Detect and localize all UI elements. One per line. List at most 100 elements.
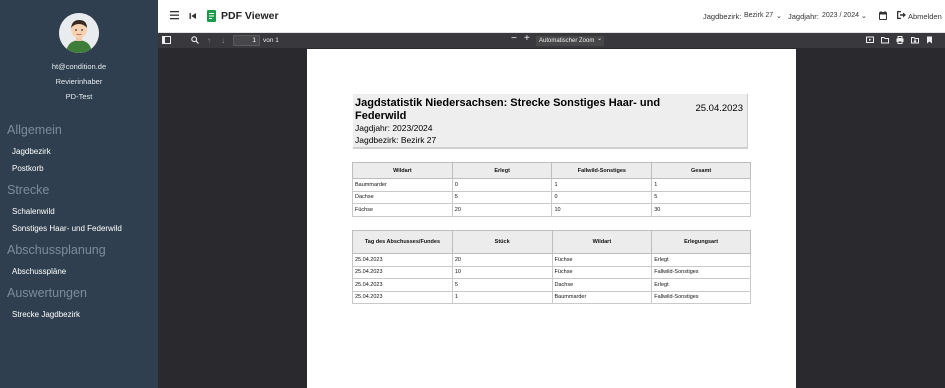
column-header: Fallwild-Sonstiges xyxy=(551,162,653,179)
document-jagdbezirk: Jagdbezirk: Bezirk 27 xyxy=(355,135,437,145)
jagdjahr-select[interactable]: 2023 / 2024 ⌄ xyxy=(820,10,870,23)
section-abschussplanung: Abschussplanung xyxy=(7,243,106,257)
section-allgemein: Allgemein xyxy=(7,123,62,137)
open-file-icon[interactable] xyxy=(881,36,889,47)
chevron-down-icon: ⌄ xyxy=(861,13,867,20)
logout-label: Abmelden xyxy=(908,12,942,21)
detail-table: Tag des Abschusses/Fundes Stück Wildart … xyxy=(352,230,751,304)
table-cell: Fallwild-Sonstiges xyxy=(651,290,751,304)
table-cell: 20 xyxy=(451,203,553,217)
table-cell: Dachse xyxy=(352,190,453,204)
section-auswertungen: Auswertungen xyxy=(7,286,87,300)
presentation-icon[interactable] xyxy=(866,36,874,47)
sidebar-item-strecke-jagdbezirk[interactable]: Strecke Jagdbezirk xyxy=(12,310,80,319)
column-header: Wildart xyxy=(551,230,653,254)
arrow-up-icon[interactable]: ↑ xyxy=(207,36,211,46)
section-strecke: Strecke xyxy=(7,183,50,197)
table-cell: 1 xyxy=(651,178,751,192)
arrow-down-icon[interactable]: ↓ xyxy=(221,36,225,46)
table-cell: 25.04.2023 xyxy=(352,278,453,292)
table-header-row: Tag des Abschusses/Fundes Stück Wildart … xyxy=(352,230,751,254)
table-cell: Baummarder xyxy=(352,178,453,192)
table-cell: 0 xyxy=(451,178,553,192)
sidebar-item-schalenwild[interactable]: Schalenwild xyxy=(12,207,55,216)
table-row: 25.04.2023 1 Baummarder Fallwild-Sonstig… xyxy=(352,290,751,304)
table-cell: 10 xyxy=(451,265,553,279)
table-cell: 20 xyxy=(451,253,553,267)
logout-icon xyxy=(897,11,906,22)
top-bar: PDF Viewer Jagdbezirk: Bezirk 27 ⌄ Jagdj… xyxy=(158,0,945,33)
save-icon[interactable] xyxy=(911,36,919,47)
app-title: PDF Viewer xyxy=(221,10,279,22)
table-header-row: Wildart Erlegt Fallwild-Sonstiges Gesamt xyxy=(352,162,751,179)
table-cell: 5 xyxy=(451,190,553,204)
sidebar-item-postkorb[interactable]: Postkorb xyxy=(12,164,44,173)
jagdjahr-value: 2023 / 2024 xyxy=(822,12,859,19)
sidebar: ht@condition.de Revierinhaber PD-Test Al… xyxy=(0,0,158,388)
jagdbezirk-value: Bezirk 27 xyxy=(744,12,774,19)
table-row: 25.04.2023 10 Füchse Fallwild-Sonstiges xyxy=(352,265,751,279)
calendar-icon[interactable] xyxy=(879,11,887,23)
table-cell: Dachse xyxy=(551,278,653,292)
column-header: Tag des Abschusses/Fundes xyxy=(352,230,453,254)
table-cell: 0 xyxy=(551,190,653,204)
pdf-viewer-canvas[interactable]: Jagdstatistik Niedersachsen: Strecke Son… xyxy=(158,49,945,388)
user-role: Revierinhaber xyxy=(55,77,103,86)
sidebar-item-sonstiges-haar-federwild[interactable]: Sonstiges Haar- und Federwild xyxy=(12,224,122,233)
table-cell: 10 xyxy=(551,203,653,217)
column-header: Stück xyxy=(451,230,553,254)
user-org: PD-Test xyxy=(65,92,93,101)
jagdjahr-label: Jagdjahr: xyxy=(788,12,819,21)
chevron-down-icon: ⌄ xyxy=(596,36,602,42)
print-icon[interactable] xyxy=(896,36,904,47)
column-header: Erlegt xyxy=(451,162,553,179)
document-date: 25.04.2023 xyxy=(695,103,743,114)
hamburger-icon[interactable] xyxy=(170,11,180,23)
table-cell: 25.04.2023 xyxy=(352,253,453,267)
table-cell: 25.04.2023 xyxy=(352,265,453,279)
user-email: ht@condition.de xyxy=(51,62,107,71)
page-count: von 1 xyxy=(263,37,279,44)
column-header: Wildart xyxy=(352,162,453,179)
skip-back-icon[interactable] xyxy=(189,12,197,23)
jagdbezirk-label: Jagdbezirk: xyxy=(703,12,742,21)
table-cell: 25.04.2023 xyxy=(352,290,453,304)
zoom-label: Automatischer Zoom xyxy=(539,38,595,44)
pdf-toolbar: ↑ ↓ 1 von 1 − + Automatischer Zoom ⌄ xyxy=(158,33,945,49)
zoom-in-icon[interactable]: + xyxy=(524,34,530,44)
table-row: 25.04.2023 5 Dachse Erlegt xyxy=(352,278,751,292)
table-cell: Erlegt xyxy=(651,278,751,292)
sidebar-item-jagdbezirk[interactable]: Jagdbezirk xyxy=(12,147,51,156)
summary-table: Wildart Erlegt Fallwild-Sonstiges Gesamt… xyxy=(352,162,751,217)
table-cell: 5 xyxy=(651,190,751,204)
table-row: Füchse 20 10 30 xyxy=(352,203,751,217)
table-row: Baummarder 0 1 1 xyxy=(352,178,751,192)
column-header: Gesamt xyxy=(651,162,751,179)
table-cell: 1 xyxy=(451,290,553,304)
document-header: Jagdstatistik Niedersachsen: Strecke Son… xyxy=(353,94,748,149)
table-cell: 1 xyxy=(551,178,653,192)
avatar xyxy=(59,13,99,53)
table-cell: Erlegt xyxy=(651,253,751,267)
table-cell: Füchse xyxy=(551,265,653,279)
table-cell: Füchse xyxy=(352,203,453,217)
table-row: 25.04.2023 20 Füchse Erlegt xyxy=(352,253,751,267)
table-cell: Baummarder xyxy=(551,290,653,304)
sidebar-toggle-icon[interactable] xyxy=(162,36,171,47)
page-number-input[interactable]: 1 xyxy=(233,35,260,46)
column-header: Erlegungsart xyxy=(651,230,751,254)
document-title: Jagdstatistik Niedersachsen: Strecke Son… xyxy=(355,97,661,122)
sidebar-item-abschussplaene[interactable]: Abschusspläne xyxy=(12,267,66,276)
zoom-out-icon[interactable]: − xyxy=(511,34,517,44)
table-cell: 30 xyxy=(651,203,751,217)
chevron-down-icon: ⌄ xyxy=(776,13,782,20)
table-cell: Füchse xyxy=(551,253,653,267)
logout-button[interactable]: Abmelden xyxy=(896,9,942,23)
document-icon xyxy=(207,10,216,25)
jagdbezirk-select[interactable]: Bezirk 27 ⌄ xyxy=(743,10,785,23)
bookmark-icon[interactable] xyxy=(926,36,933,47)
table-row: Dachse 5 0 5 xyxy=(352,190,751,204)
document-jagdjahr: Jagdjahr: 2023/2024 xyxy=(355,123,433,133)
search-icon[interactable] xyxy=(191,36,199,47)
zoom-select[interactable]: Automatischer Zoom ⌄ xyxy=(536,36,604,46)
